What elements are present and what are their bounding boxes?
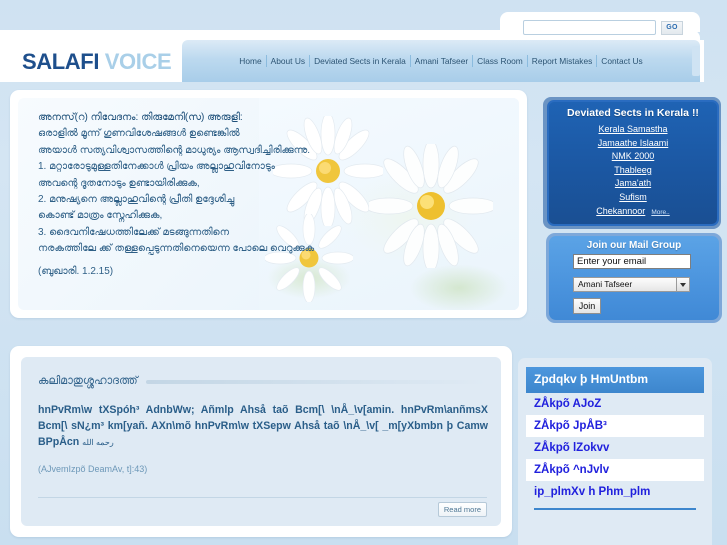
nav-item-class-room[interactable]: Class Room xyxy=(473,56,527,66)
hero-line: കൊണ്ട് മാത്രം സ്നേഹിക്കുക, xyxy=(38,210,163,222)
search-input[interactable] xyxy=(523,20,656,35)
audio-lessons-panel: Zpdqkv þ HmUntbm ZÅkpõ AJoZ ZÅkpõ JpÅB³ … xyxy=(518,358,712,545)
nav-item-deviated-sects[interactable]: Deviated Sects in Kerala xyxy=(310,56,410,66)
hero-line: 1. മറ്റാരോടുമുള്ളതിനേക്കാള്‍ പ്രിയം അല്ല… xyxy=(38,161,275,173)
search-go-button[interactable]: GO xyxy=(661,20,683,35)
sects-last-row: Chekannoor More.. xyxy=(549,205,717,219)
sects-more-link[interactable]: More.. xyxy=(651,209,669,216)
hero-inner: അനസ്(റ) നിവേദനം: തിരുമേനി(സ) അരുളി: ഒരാള… xyxy=(18,98,519,310)
audio-lessons-header: Zpdqkv þ HmUntbm xyxy=(526,367,704,393)
list-item[interactable]: ZÅkpõ AJoZ xyxy=(526,393,704,415)
article-divider xyxy=(38,497,487,498)
sect-link-thableeg[interactable]: Thableeg xyxy=(549,164,717,178)
page-root: GO SALAFI VOICE Home About Us Deviated S… xyxy=(0,0,727,545)
nav-end-cap xyxy=(692,46,700,76)
audio-lessons-list: Zpdqkv þ HmUntbm ZÅkpõ AJoZ ZÅkpõ JpÅB³ … xyxy=(526,367,704,510)
list-item[interactable]: ZÅkpõ lZokvv xyxy=(526,437,704,459)
sect-link-kerala-samastha[interactable]: Kerala Samastha xyxy=(549,123,717,137)
article-heading-rule xyxy=(145,379,487,384)
list-item[interactable]: ZÅkpõ JpÅB³ xyxy=(526,415,704,437)
site-header: SALAFI VOICE Home About Us Deviated Sect… xyxy=(0,40,704,82)
hero-panel: അനസ്(റ) നിവേദനം: തിരുമേനി(സ) അരുളി: ഒരാള… xyxy=(10,90,527,318)
nav-separator xyxy=(526,55,528,67)
article-header: കലിമാതുശ്ശഹാദത്ത് xyxy=(38,375,487,388)
hero-line: 3. ദൈവനിഷേധത്തിലേക്ക് മടങ്ങുന്നതിനെ xyxy=(38,226,229,238)
nav-separator xyxy=(472,55,474,67)
main-nav: Home About Us Deviated Sects in Kerala A… xyxy=(182,40,700,82)
read-more-button[interactable]: Read more xyxy=(437,502,487,517)
site-search: GO xyxy=(523,20,683,35)
hero-citation: (ബുഖാരി. 1.2.15) xyxy=(38,265,114,277)
hero-line: ഒരാളില്‍ മൂന്ന് ഗുണവിശേഷങ്ങള്‍ ഉണ്ടെങ്കി… xyxy=(38,128,240,140)
daisy-icon xyxy=(369,144,493,268)
article-body: hnPvRm\w tXSpóh³ AdnbWw; Añmlp Ahså taõ … xyxy=(38,402,488,451)
list-item[interactable]: ip_plmXv h Phm_plm xyxy=(526,481,704,503)
hero-line: അനസ്(റ) നിവേദനം: xyxy=(38,112,139,123)
article-arabic-honorific: رحمه الله xyxy=(82,438,114,447)
nav-item-amani-tafseer[interactable]: Amani Tafseer xyxy=(411,56,472,66)
nav-separator xyxy=(309,55,311,67)
site-logo[interactable]: SALAFI VOICE xyxy=(22,49,172,75)
hero-line: നരകത്തിലേ ക്ക് തള്ളപ്പെടുന്നതിനെയെന്ന പോ… xyxy=(38,243,315,255)
nav-separator xyxy=(265,55,267,67)
mail-group-selected-label: Amani Tafseer xyxy=(578,279,633,289)
mail-join-button[interactable]: Join xyxy=(573,298,601,314)
sects-title: Deviated Sects in Kerala !! xyxy=(567,107,699,119)
hero-line: 2. മനുഷ്യനെ അല്ലാഹുവിന്റെ പ്രീതി ഉദ്ദേശി… xyxy=(38,194,235,206)
nav-item-home[interactable]: Home xyxy=(235,56,265,66)
logo-secondary-text: VOICE xyxy=(104,49,172,74)
hero-hadith-text: അനസ്(റ) നിവേദനം: തിരുമേനി(സ) അരുളി: ഒരാള… xyxy=(38,110,338,280)
sect-link-sufism[interactable]: Sufism xyxy=(549,191,717,205)
hero-line: അവന്റെ ദൂതനോടും ഉണ്ടായിരിക്കുക, xyxy=(38,177,200,189)
logo-primary-text: SALAFI xyxy=(22,49,100,74)
nav-item-report-mistakes[interactable]: Report Mistakes xyxy=(528,56,597,66)
nav-separator xyxy=(409,55,411,67)
article-inner: കലിമാതുശ്ശഹാദത്ത് hnPvRm\w tXSpóh³ AdnbW… xyxy=(21,357,501,526)
article-citation: (AJvemIzpõ DeamAv, t]:43) xyxy=(38,464,148,474)
sects-link-list: Kerala Samastha Jamaathe Islaami NMK 200… xyxy=(549,123,717,218)
deviated-sects-box: Deviated Sects in Kerala !! Kerala Samas… xyxy=(547,100,719,226)
nav-separator xyxy=(596,55,598,67)
mail-group-box: Join our Mail Group Amani Tafseer Join xyxy=(549,236,719,320)
list-item[interactable]: ZÅkpõ ^nJvlv xyxy=(526,459,704,481)
chevron-down-icon[interactable] xyxy=(676,277,690,292)
article-heading: കലിമാതുശ്ശഹാദത്ത് xyxy=(38,375,138,387)
mail-email-input[interactable] xyxy=(573,254,691,269)
nav-item-about-us[interactable]: About Us xyxy=(267,56,309,66)
top-bar: GO xyxy=(0,0,727,44)
nav-item-contact-us[interactable]: Contact Us xyxy=(597,56,646,66)
sect-link-chekannoor[interactable]: Chekannoor xyxy=(596,205,645,219)
article-panel: കലിമാതുശ്ശഹാദത്ത് hnPvRm\w tXSpóh³ AdnbW… xyxy=(10,346,512,537)
sect-link-jamaathe-islaami[interactable]: Jamaathe Islaami xyxy=(549,137,717,151)
mail-group-title: Join our Mail Group xyxy=(586,240,682,251)
mail-group-select[interactable]: Amani Tafseer xyxy=(573,277,690,292)
audio-lessons-divider xyxy=(534,508,696,510)
sect-link-nmk-2000[interactable]: NMK 2000 xyxy=(549,150,717,164)
sect-link-jamaath[interactable]: Jama'ath xyxy=(549,177,717,191)
hero-line: അയാള്‍ സത്യവിശ്വാസത്തിന്റെ മാധുര്യം ആസ്വ… xyxy=(38,144,311,156)
hero-line: തിരുമേനി(സ) അരുളി: xyxy=(141,112,243,123)
